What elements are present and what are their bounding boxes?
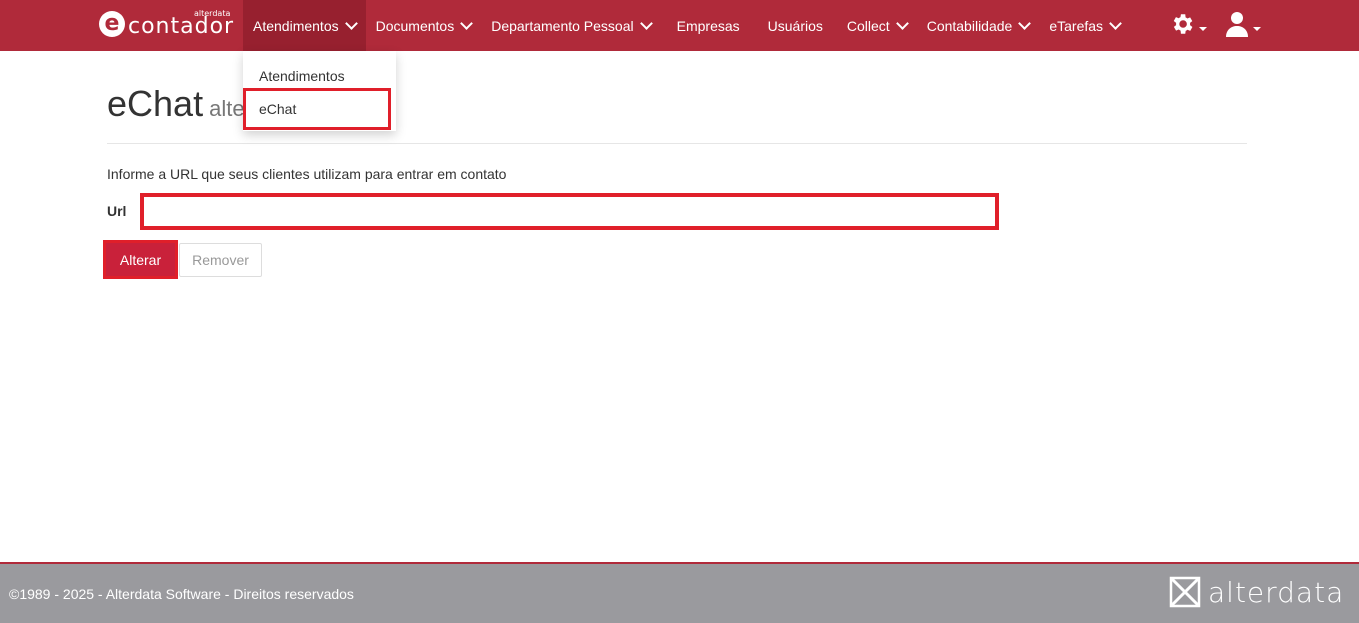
- alterdata-logo-word: alterdata: [1208, 575, 1345, 609]
- dropdown-item-echat[interactable]: eChat: [259, 101, 296, 117]
- chevron-down-icon: [1109, 17, 1122, 30]
- nav-item-usuarios[interactable]: Usuários: [754, 0, 837, 51]
- nav-item-atendimentos[interactable]: Atendimentos: [243, 0, 366, 51]
- nav-item-documentos[interactable]: Documentos: [366, 0, 482, 51]
- dropdown-item-atendimentos[interactable]: Atendimentos: [259, 68, 345, 84]
- nav-item-etarefas[interactable]: eTarefas: [1039, 0, 1130, 51]
- nav-label: Usuários: [767, 17, 823, 34]
- alterdata-logo: alterdata: [1168, 574, 1344, 610]
- gear-icon: [1173, 14, 1193, 34]
- chevron-down-icon: [895, 17, 909, 30]
- nav-right-icons: [1169, 10, 1261, 38]
- nav-label: Documentos: [375, 17, 455, 34]
- footer: ©1989 - 2025 - Alterdata Software - Dire…: [0, 562, 1359, 623]
- chevron-down-icon: [1018, 17, 1032, 30]
- url-input[interactable]: [140, 193, 999, 230]
- title-divider: [107, 143, 1247, 144]
- chevron-down-icon: [460, 17, 474, 30]
- nav-item-collect[interactable]: Collect: [837, 0, 917, 51]
- nav-item-contabilidade[interactable]: Contabilidade: [917, 0, 1040, 51]
- chevron-down-icon: [639, 17, 653, 30]
- help-text: Informe a URL que seus clientes utilizam…: [107, 166, 507, 182]
- remover-button[interactable]: Remover: [179, 243, 262, 277]
- main-nav: Atendimentos Documentos Departamento Pes…: [243, 0, 1130, 51]
- settings-menu-button[interactable]: [1169, 11, 1207, 37]
- url-label: Url: [107, 203, 127, 219]
- nav-label: Empresas: [676, 17, 740, 34]
- page-title-text: eChat: [107, 83, 204, 124]
- caret-down-icon: [1199, 27, 1207, 31]
- alterdata-mark-icon: [1169, 576, 1201, 608]
- user-icon: [1226, 12, 1248, 37]
- atendimentos-dropdown: Atendimentos eChat: [243, 51, 396, 131]
- top-navbar: e alterdata contador Atendimentos Docume…: [0, 0, 1359, 51]
- contador-logo[interactable]: e alterdata contador: [99, 9, 234, 41]
- footer-copyright: ©1989 - 2025 - Alterdata Software - Dire…: [9, 586, 354, 602]
- page-subtitle: alte: [209, 96, 245, 121]
- nav-item-empresas[interactable]: Empresas: [661, 0, 754, 51]
- nav-label: Departamento Pessoal: [491, 17, 634, 34]
- logo-e-mark: e: [99, 11, 125, 37]
- logo-word: contador: [128, 14, 235, 39]
- alterar-button[interactable]: Alterar: [103, 240, 178, 279]
- nav-label: Atendimentos: [253, 17, 339, 34]
- caret-down-icon: [1253, 27, 1261, 31]
- chevron-down-icon: [344, 17, 358, 30]
- user-menu-button[interactable]: [1225, 10, 1261, 38]
- page-title: eChat alte: [107, 82, 245, 131]
- nav-label: Contabilidade: [926, 17, 1013, 34]
- nav-item-departamento-pessoal[interactable]: Departamento Pessoal: [481, 0, 660, 51]
- nav-label: Collect: [846, 17, 890, 34]
- nav-label: eTarefas: [1049, 17, 1104, 34]
